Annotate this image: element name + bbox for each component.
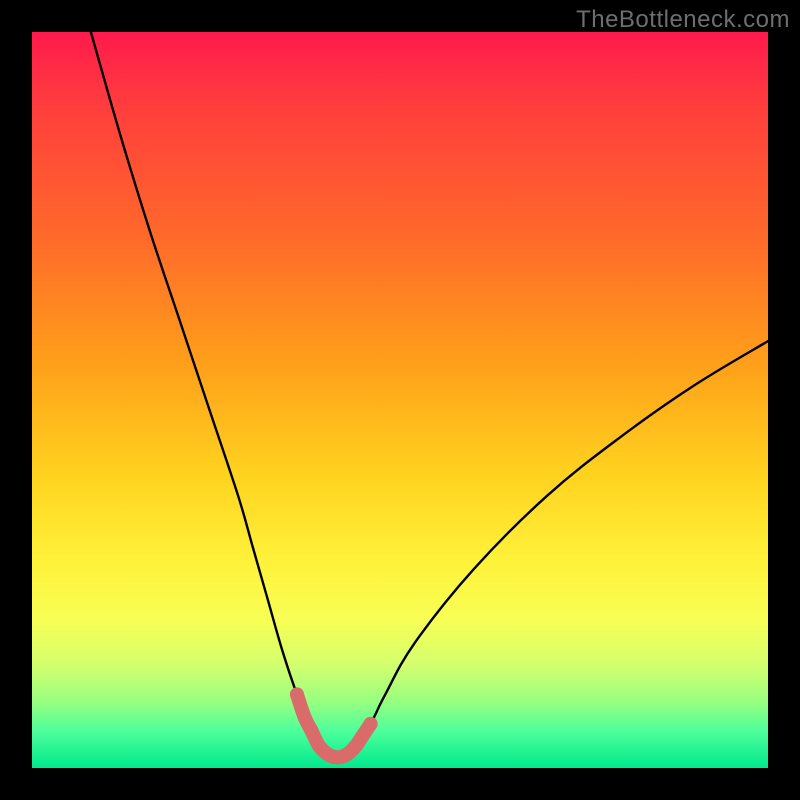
chart-svg (32, 32, 768, 768)
safe-zone-dot (364, 717, 378, 731)
safe-zone-dot (305, 724, 319, 738)
safe-zone-dot (297, 709, 311, 723)
safe-zone-dot (290, 687, 304, 701)
watermark-text: TheBottleneck.com (576, 6, 790, 34)
chart-frame (32, 32, 768, 768)
bottleneck-curve (91, 32, 768, 757)
